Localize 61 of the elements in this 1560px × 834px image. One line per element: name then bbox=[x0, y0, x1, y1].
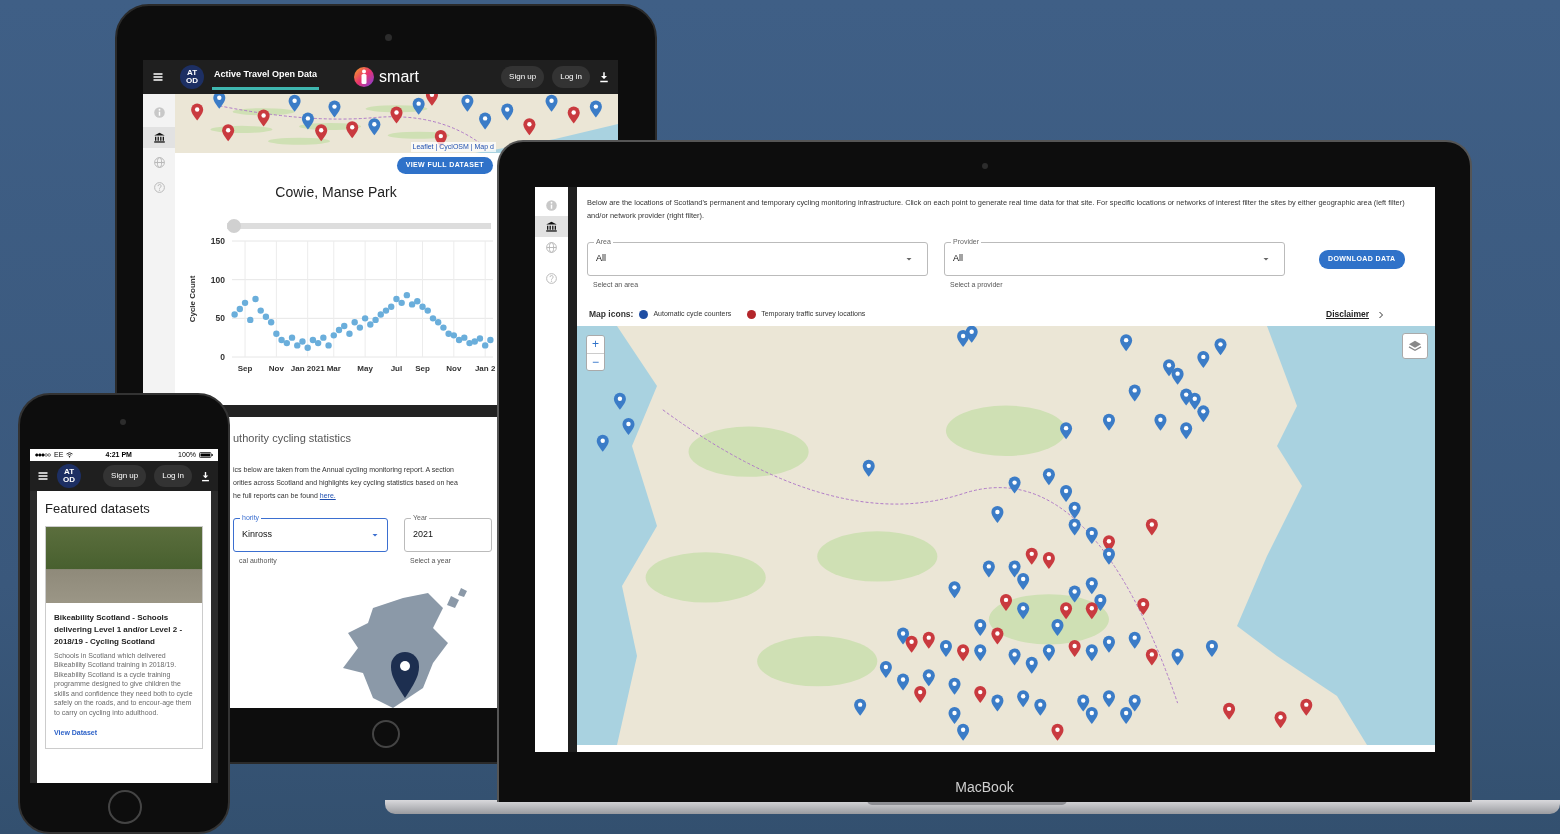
x-tick-label: Jan 2021 bbox=[290, 363, 325, 373]
y-tick-label: 150 bbox=[210, 235, 225, 246]
help-icon bbox=[152, 181, 166, 194]
help-icon bbox=[545, 272, 558, 285]
x-tick-label: Mar bbox=[326, 363, 341, 373]
sidebar-item[interactable] bbox=[535, 216, 568, 237]
device-label: MacBook bbox=[954, 778, 1015, 797]
layers-button[interactable] bbox=[1402, 332, 1428, 359]
legend-label: Map icons: bbox=[589, 308, 634, 321]
chevron-icon[interactable] bbox=[1377, 310, 1385, 319]
logo[interactable]: AT OD bbox=[180, 65, 204, 89]
nav-button[interactable]: Log in bbox=[552, 66, 590, 88]
x-tick-label: Nov bbox=[446, 363, 462, 373]
x-tick-label: Jan 2 bbox=[474, 363, 495, 373]
info-icon bbox=[152, 106, 166, 119]
camera-lens bbox=[385, 34, 392, 41]
zoom-in-button[interactable]: + bbox=[587, 335, 604, 353]
layers-icon bbox=[1408, 339, 1422, 352]
x-tick-label: May bbox=[357, 363, 373, 373]
x-tick-label: Jul bbox=[390, 363, 403, 373]
download-icon[interactable] bbox=[200, 470, 211, 482]
brand-name: smart bbox=[379, 67, 420, 87]
y-tick-label: 100 bbox=[210, 274, 225, 285]
signal-icon bbox=[35, 453, 51, 457]
globe-icon bbox=[545, 241, 558, 254]
nav-button[interactable]: Log in bbox=[154, 465, 192, 487]
bank-icon bbox=[545, 220, 558, 233]
slider-thumb[interactable] bbox=[227, 218, 241, 233]
caret-icon bbox=[905, 255, 913, 263]
y-axis-label: Cycle Count bbox=[188, 275, 197, 322]
section-heading: Featured datasets bbox=[45, 500, 151, 518]
data-point bbox=[252, 295, 259, 302]
x-tick-label: Sep bbox=[415, 363, 430, 373]
nav-tab[interactable]: Active Travel Open Data bbox=[212, 64, 320, 90]
camera-lens bbox=[982, 163, 988, 169]
y-tick-label: 0 bbox=[220, 351, 225, 362]
bank-icon bbox=[152, 131, 166, 144]
home-button[interactable] bbox=[372, 720, 400, 748]
menu-icon[interactable] bbox=[152, 71, 164, 83]
x-tick-label: Nov bbox=[268, 363, 284, 373]
chart-title: Cowie, Manse Park bbox=[274, 182, 398, 202]
globe-icon bbox=[152, 156, 166, 169]
logo[interactable]: AT OD bbox=[57, 464, 81, 488]
brand-logo-icon bbox=[353, 66, 376, 88]
section-heading: uthority cycling statistics bbox=[233, 431, 352, 446]
battery-icon bbox=[199, 452, 213, 458]
camera-lens bbox=[120, 419, 126, 425]
nav-button[interactable]: Sign up bbox=[103, 465, 147, 487]
wifi-icon bbox=[66, 452, 74, 458]
y-tick-label: 50 bbox=[215, 312, 225, 323]
x-tick-label: Sep bbox=[237, 363, 253, 373]
card-title: Bikeability Scotland - Schools delivering Level 1 and/or Level 2 - 2018/19 - Cycling Scotland bbox=[54, 611, 184, 648]
info-icon bbox=[545, 199, 558, 212]
home-button[interactable] bbox=[108, 790, 142, 824]
disclaimer-link[interactable]: Disclaimer bbox=[1326, 308, 1369, 321]
data-point bbox=[247, 316, 254, 323]
menu-icon[interactable] bbox=[37, 470, 49, 482]
sidebar-item[interactable] bbox=[143, 127, 175, 148]
caret-icon bbox=[1262, 255, 1270, 263]
download-icon[interactable] bbox=[598, 71, 610, 83]
nav-button[interactable]: Sign up bbox=[501, 66, 545, 88]
